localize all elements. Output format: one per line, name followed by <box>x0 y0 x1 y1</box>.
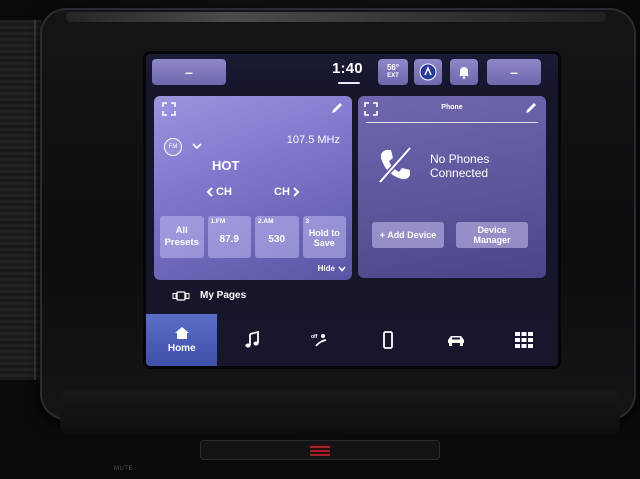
mute-label: MUTE <box>114 466 133 472</box>
nav-home-label: Home <box>167 343 196 354</box>
side-trim-panel <box>0 20 42 380</box>
right-quick-label: – <box>510 64 518 80</box>
nav-media[interactable] <box>217 314 285 366</box>
left-quick-button[interactable]: – <box>152 59 226 85</box>
preset-1-button[interactable]: 1.FM 87.9 <box>207 216 251 258</box>
preset-2-button[interactable]: 2.AM 530 <box>255 216 299 258</box>
hazard-led <box>310 444 330 456</box>
temperature-label: EXT <box>387 73 399 79</box>
phone-status-line1: No Phones <box>430 152 490 166</box>
phone-status: No Phones Connected <box>430 152 489 180</box>
nav-vehicle[interactable] <box>422 314 490 366</box>
no-phone-icon <box>374 144 416 186</box>
preset-frequency: 87.9 <box>219 234 239 245</box>
lower-control-strip <box>60 390 620 434</box>
svg-text:off: off <box>311 334 318 340</box>
clock: 1:40 <box>332 60 363 77</box>
nav-apps[interactable] <box>490 314 558 366</box>
my-pages-button[interactable]: My Pages <box>172 290 246 301</box>
edit-pencil-icon[interactable] <box>524 101 538 115</box>
preset-number: 1.FM <box>210 218 226 225</box>
home-icon <box>174 326 190 340</box>
device-manager-line1: Device <box>477 225 507 235</box>
station-name: HOT <box>212 158 240 173</box>
clock-indicator <box>338 82 360 84</box>
phone-divider <box>366 122 538 123</box>
preset-3-button[interactable]: 3 Hold to Save <box>302 216 346 258</box>
channel-next-label: CH <box>274 186 290 198</box>
bezel-trim <box>66 12 606 22</box>
bottom-nav: Home off <box>146 314 558 366</box>
vehicle-icon <box>446 333 466 347</box>
expand-icon[interactable] <box>162 102 176 116</box>
channel-next-button[interactable]: CH <box>274 186 300 198</box>
voice-assistant-icon <box>419 63 437 81</box>
notifications-button[interactable] <box>450 59 478 85</box>
chevron-left-icon <box>206 187 214 197</box>
status-bar: – 1:40 56° EXT – <box>146 54 558 90</box>
add-device-label: + Add Device <box>379 230 437 240</box>
right-quick-button[interactable]: – <box>487 59 541 85</box>
radio-widget[interactable]: FM 107.5 MHz HOT CH CH All Presets 1.FM … <box>154 96 352 280</box>
device-manager-label: Device Manager <box>473 225 510 245</box>
chevron-right-icon <box>292 187 300 197</box>
band-badge[interactable]: FM <box>164 138 182 156</box>
all-presets-label: All Presets <box>164 225 199 248</box>
temperature-value: 56° <box>386 63 400 72</box>
phone-icon <box>382 331 394 349</box>
all-presets-button[interactable]: All Presets <box>160 216 204 258</box>
add-device-button[interactable]: + Add Device <box>372 222 444 248</box>
voice-assistant-button[interactable] <box>414 59 442 85</box>
device-manager-button[interactable]: Device Manager <box>456 222 528 248</box>
climate-icon: off <box>310 332 330 348</box>
my-pages-label: My Pages <box>200 290 247 301</box>
outside-temperature[interactable]: 56° EXT <box>378 59 408 85</box>
apps-icon <box>514 332 533 348</box>
hold-to-save-label: Hold to Save <box>308 228 340 248</box>
channel-prev-label: CH <box>216 186 232 198</box>
nav-phone[interactable] <box>354 314 422 366</box>
pages-icon <box>172 290 190 301</box>
edit-pencil-icon[interactable] <box>330 101 344 115</box>
bell-icon <box>456 64 472 80</box>
frequency-readout: 107.5 MHz <box>286 134 340 146</box>
chevron-down-icon[interactable] <box>192 142 202 150</box>
phone-status-line2: Connected <box>430 166 489 180</box>
preset-row: All Presets 1.FM 87.9 2.AM 530 3 Hold to… <box>160 216 346 258</box>
preset-number: 2.AM <box>258 218 274 225</box>
left-quick-label: – <box>185 64 193 80</box>
nav-climate[interactable]: off <box>286 314 354 366</box>
hide-label: Hide <box>317 264 335 273</box>
infotainment-screen: – 1:40 56° EXT – FM 107.5 MHz HOT CH CH … <box>146 54 558 366</box>
preset-number: 3 <box>305 218 310 225</box>
music-icon <box>244 331 260 349</box>
phone-title: Phone <box>441 104 463 111</box>
nav-home[interactable]: Home <box>146 314 218 366</box>
chevron-down-icon <box>338 265 346 272</box>
hide-presets-button[interactable]: Hide <box>318 264 346 273</box>
hazard-button-bar[interactable] <box>200 440 440 460</box>
channel-prev-button[interactable]: CH <box>206 186 232 198</box>
preset-frequency: 530 <box>268 234 286 245</box>
phone-widget[interactable]: Phone No Phones Connected + Add Device D… <box>358 96 546 278</box>
device-manager-line2: Manager <box>473 235 511 245</box>
